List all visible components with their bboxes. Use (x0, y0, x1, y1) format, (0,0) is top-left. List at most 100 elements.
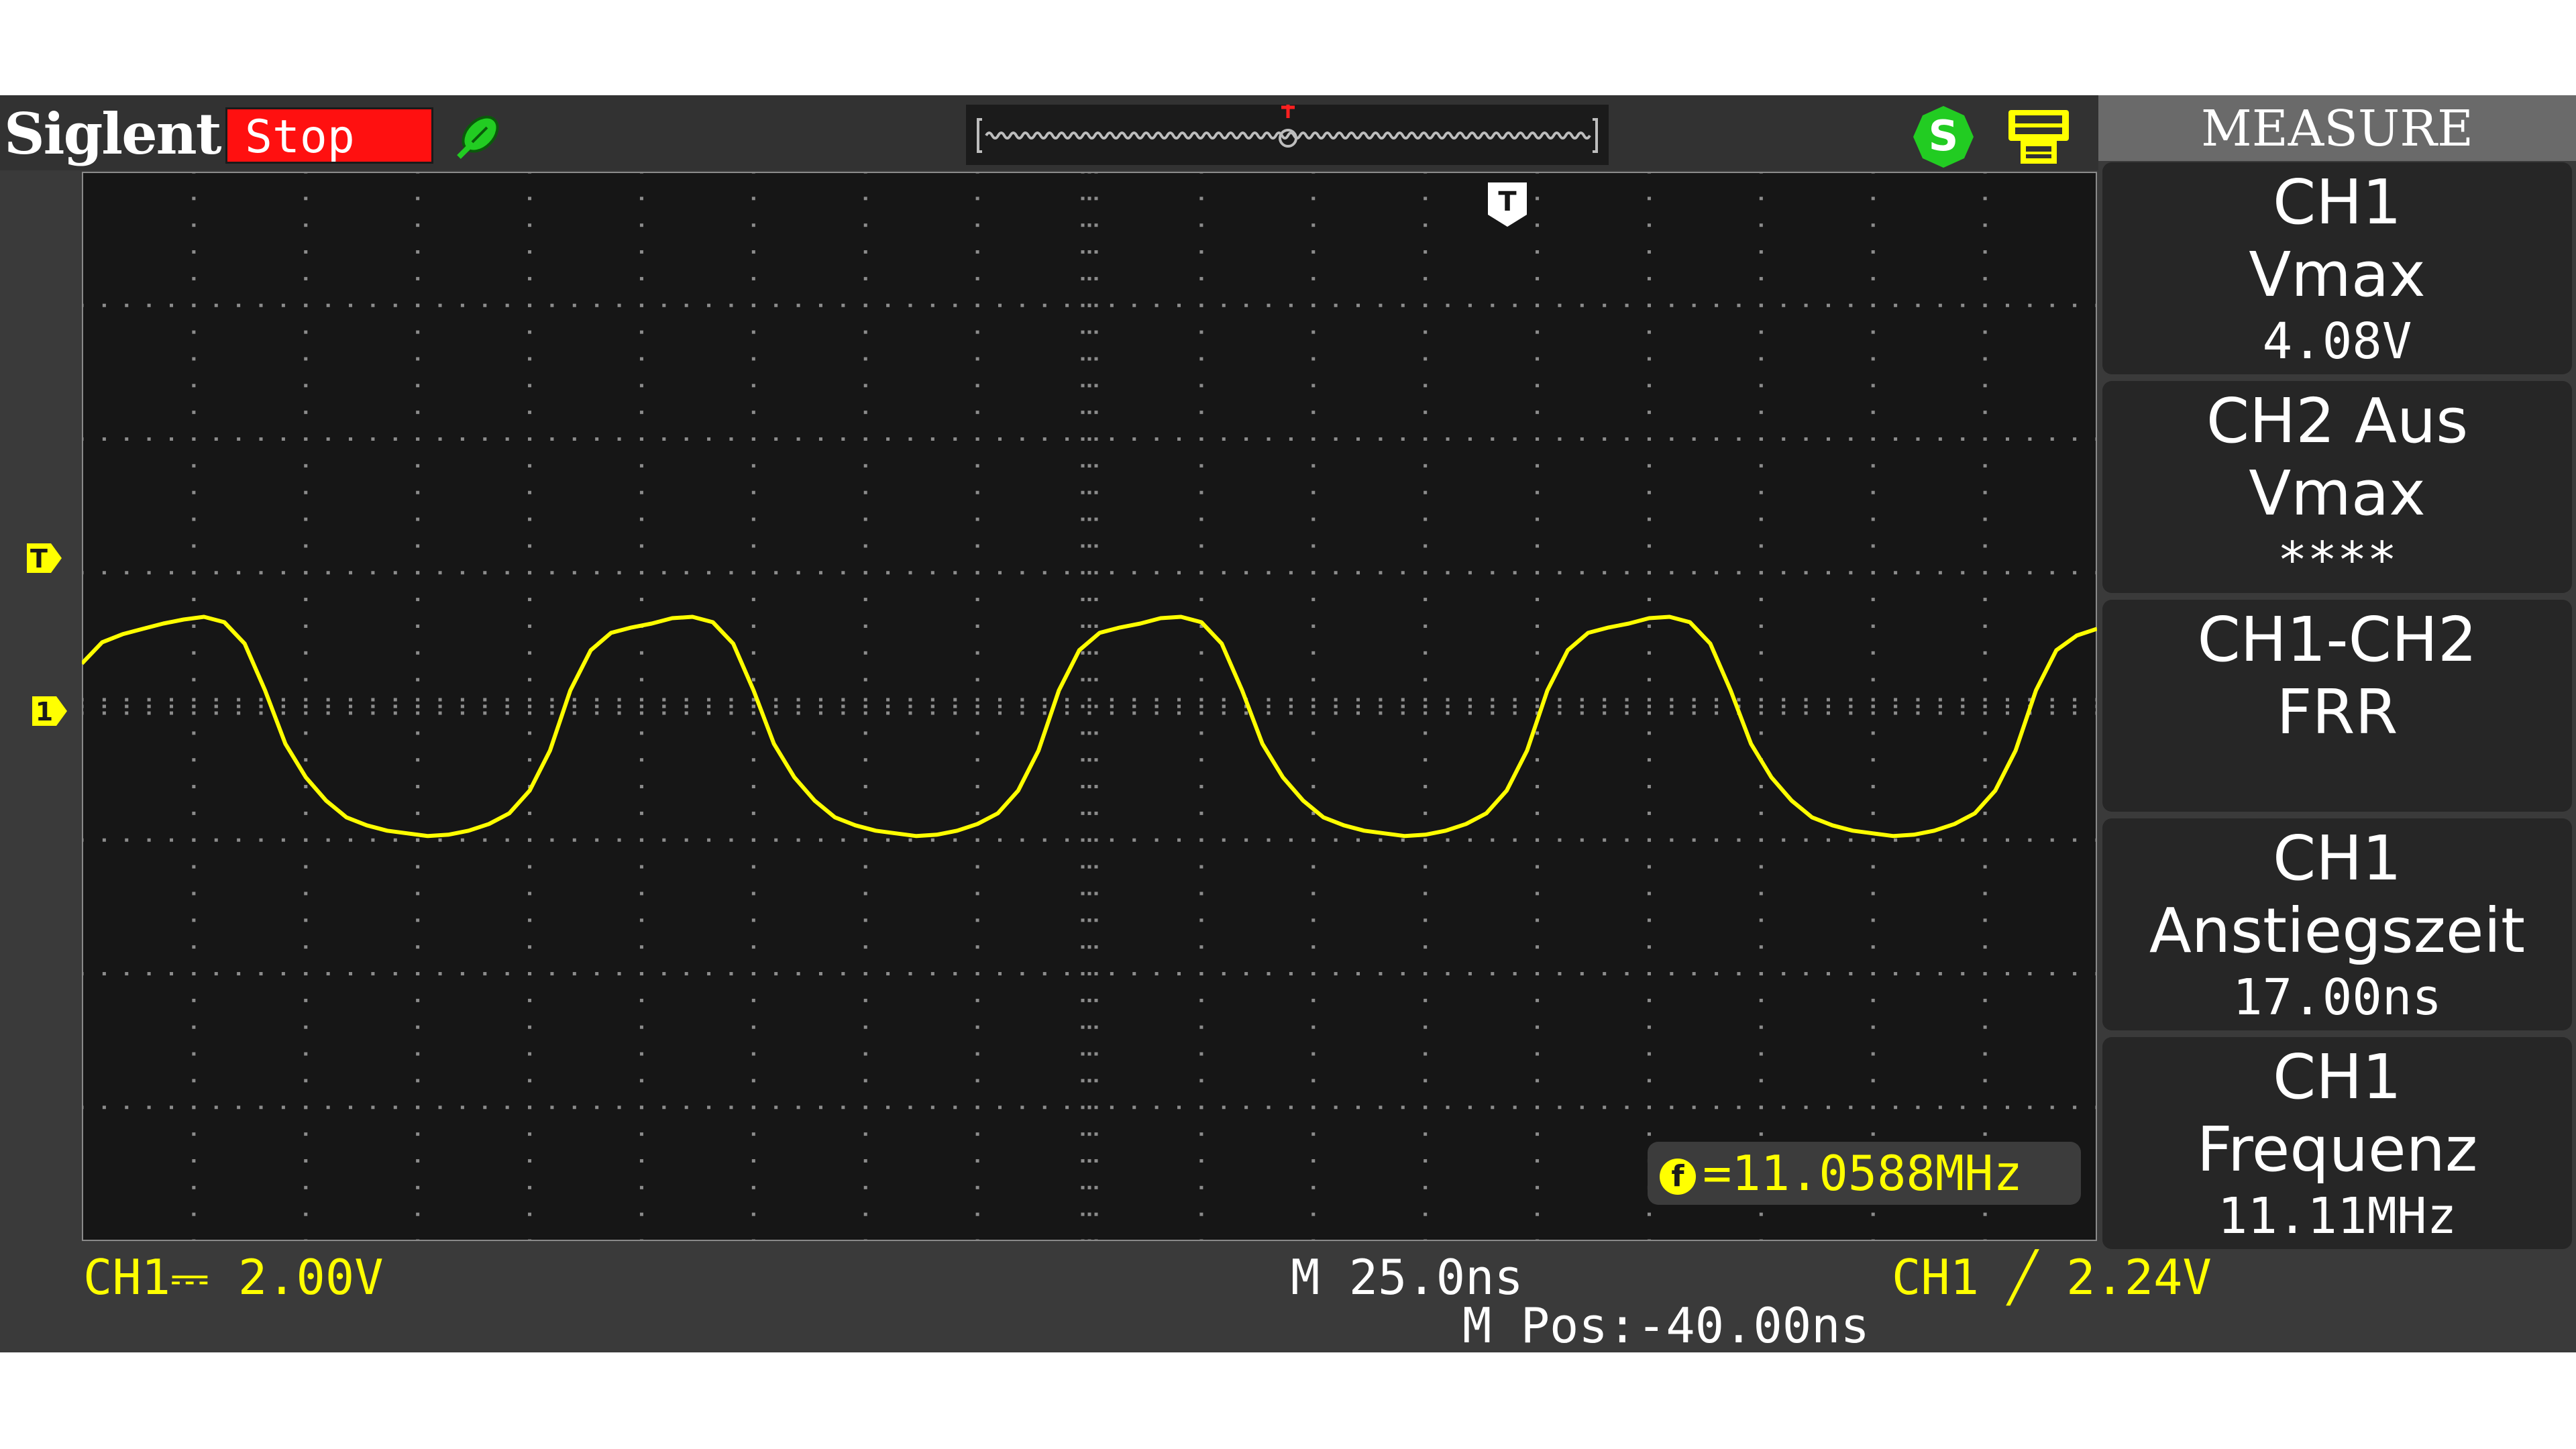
grid-dot (595, 972, 599, 975)
grid-dot (214, 704, 218, 708)
grid-dot (617, 711, 621, 715)
grid-dot (1715, 571, 1719, 575)
grid-dot (1081, 437, 1085, 441)
grid-dot (393, 698, 397, 702)
grid-dot (1087, 758, 1091, 762)
grid-dot (460, 704, 464, 708)
ch1-ground-marker[interactable]: 1 (30, 691, 70, 731)
measure-item-ch1-ch2-frr[interactable]: CH1-CH2 FRR (2102, 600, 2572, 812)
measure-item-ch1-frequency[interactable]: CH1 Frequenz 11.11MHz (2102, 1037, 2572, 1249)
grid-dot (1087, 544, 1091, 548)
waveform-display[interactable]: T (82, 172, 2097, 1241)
grid-dot (102, 972, 106, 975)
grid-dot (953, 704, 957, 708)
grid-dot (416, 678, 420, 682)
grid-dot (1938, 704, 1942, 708)
grid-dot (326, 571, 330, 575)
grid-dot (1267, 972, 1271, 975)
grid-dot (1401, 1106, 1405, 1110)
grid-dot (192, 598, 196, 602)
horizontal-position-readout[interactable]: M Pos:-40.00ns (1462, 1299, 1870, 1352)
measure-item-ch1-risetime[interactable]: CH1 Anstiegszeit 17.00ns (2102, 818, 2572, 1030)
grid-dot (1087, 838, 1091, 842)
measure-item-ch1-vmax[interactable]: CH1 Vmax 4.08V (2102, 162, 2572, 374)
grid-dot (751, 517, 755, 521)
grid-dot (1020, 437, 1024, 441)
grid-dot (438, 303, 442, 307)
grid-dot (237, 838, 241, 842)
grid-dot (1094, 758, 1098, 762)
grid-dot (1826, 437, 1830, 441)
grid-dot (1424, 865, 1428, 869)
trigger-readout[interactable]: CH1 ╱ 2.24V (1892, 1250, 2212, 1304)
timebase-readout[interactable]: M 25.0ns (1291, 1250, 1523, 1304)
grid-dot (1536, 651, 1540, 655)
grid-dot (1094, 892, 1098, 896)
grid-dot (125, 972, 129, 975)
grid-dot (1424, 464, 1428, 468)
grid-dot (751, 330, 755, 334)
grid-dot (975, 892, 979, 896)
grid-dot (416, 250, 420, 254)
grid-dot (1468, 571, 1472, 575)
grid-dot (1132, 437, 1136, 441)
grid-dot (393, 1106, 397, 1110)
grid-dot (1536, 250, 1540, 254)
grid-dot (1311, 357, 1316, 361)
top-status-bar: Siglent Stop S (0, 95, 2098, 170)
grid-dot (528, 384, 532, 388)
grid-dot (371, 303, 375, 307)
grid-dot (1647, 1025, 1651, 1029)
grid-dot (1468, 303, 1472, 307)
grid-dot (304, 517, 308, 521)
grid-dot (1081, 330, 1085, 334)
grid-dot (1603, 711, 1607, 715)
grid-dot (1536, 1239, 1540, 1241)
grid-dot (639, 785, 643, 789)
grid-dot (281, 704, 285, 708)
grid-dot (639, 865, 643, 869)
grid-dot (1558, 437, 1562, 441)
ch1-volts-per-div[interactable]: CH1⎓ 2.00V (83, 1250, 384, 1304)
grid-dot (975, 303, 979, 307)
grid-dot (1759, 172, 1763, 174)
grid-dot (2073, 704, 2077, 708)
timebase-position-icon[interactable] (966, 105, 1609, 165)
run-status-indicator[interactable]: Stop (225, 107, 433, 164)
trigger-level-marker[interactable]: T (24, 538, 64, 578)
grid-dot (1938, 838, 1942, 842)
grid-dot (259, 838, 263, 842)
grid-dot (975, 1025, 979, 1029)
grid-dot (1536, 411, 1540, 415)
grid-dot (528, 303, 532, 307)
grid-dot (1647, 517, 1651, 521)
grid-dot (304, 711, 308, 715)
grid-dot (192, 698, 196, 702)
grid-dot (1042, 698, 1046, 702)
measure-item-ch2-vmax[interactable]: CH2 Aus Vmax **** (2102, 381, 2572, 593)
grid-dot (975, 1159, 979, 1163)
grid-dot (416, 464, 420, 468)
grid-dot (304, 811, 308, 815)
grid-dot (1647, 598, 1651, 602)
grid-dot (2050, 437, 2054, 441)
grid-dot (1401, 698, 1405, 702)
grid-dot (1916, 704, 1920, 708)
grid-dot (2005, 972, 2009, 975)
grid-dot (1894, 303, 1898, 307)
grid-dot (751, 1052, 755, 1056)
grid-dot (237, 303, 241, 307)
grid-dot (483, 838, 487, 842)
grid-dot (639, 811, 643, 815)
grid-dot (192, 276, 196, 280)
grid-dot (416, 651, 420, 655)
grid-dot (639, 1052, 643, 1056)
grid-dot (639, 384, 643, 388)
grid-dot (416, 1132, 420, 1136)
grid-dot (1087, 711, 1091, 715)
grid-dot (639, 357, 643, 361)
grid-dot (975, 624, 979, 628)
grid-dot (528, 865, 532, 869)
grid-dot (1244, 571, 1248, 575)
grid-dot (1020, 303, 1024, 307)
